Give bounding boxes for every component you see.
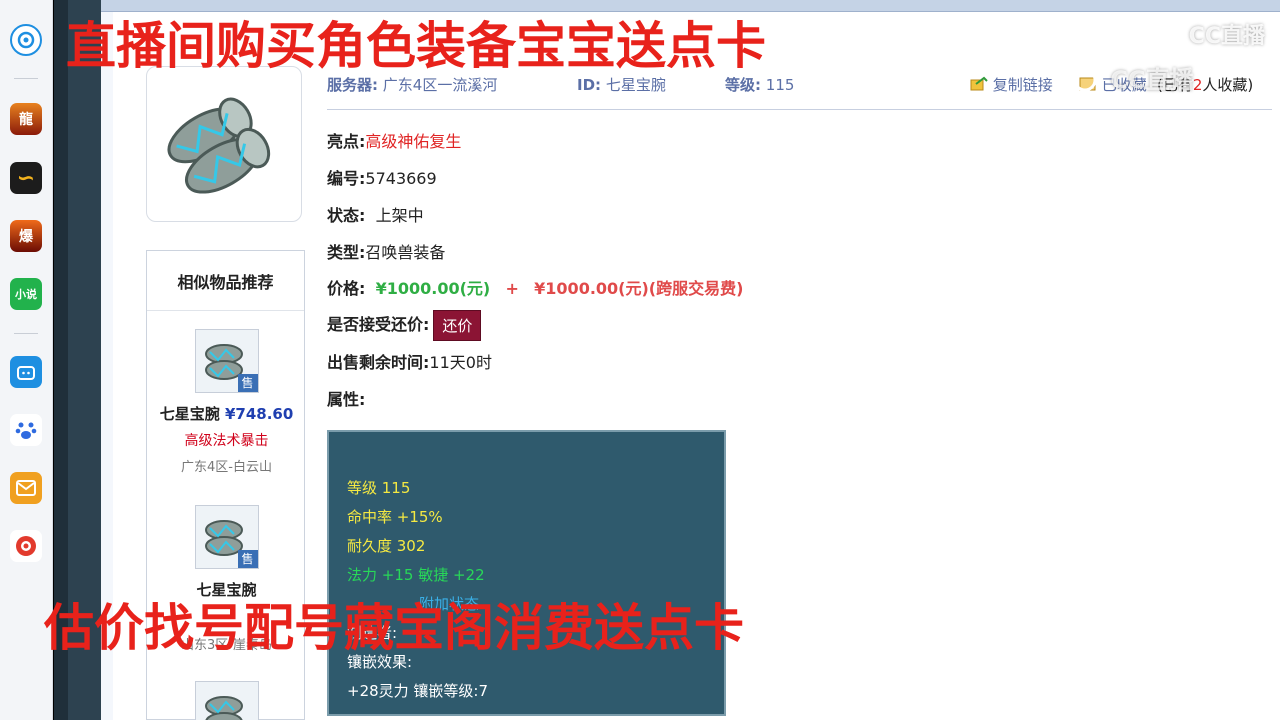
sidebar-divider [14,78,38,79]
number-value: 5743669 [365,169,437,188]
sidebar-divider [14,333,38,334]
bilibili-tv-icon[interactable] [10,356,42,388]
cross-server-fee: ¥1000.00(元)(跨服交易费) [534,279,744,298]
highlight-value: 高级神佑复生 [365,132,462,151]
remaining-time-value: 11天0时 [429,353,492,372]
similar-item-price: ¥748.60 [224,405,294,423]
mail-icon[interactable] [10,472,42,504]
browser-icon[interactable] [10,24,42,56]
sale-badge: 售 [237,550,258,568]
attr-level: 等级 115 [347,479,411,497]
game-snake-icon[interactable]: ∽ [10,162,42,194]
netease-icon[interactable] [10,530,42,562]
attr-durability: 耐久度 302 [347,537,426,555]
attributes-row: 属性: [327,390,366,409]
attribute-box: 等级 115 命中率 +15% 耐久度 302 法力 +15 敏捷 +22 附加… [327,430,726,716]
cc-logo-icon [1155,25,1177,47]
price-row: 价格: ¥1000.00(元) + ¥1000.00(元)(跨服交易费) [327,279,744,298]
similar-item-thumb[interactable] [194,681,259,720]
bracer-icon [167,97,271,194]
cc-live-watermark: CC直播 [1155,18,1265,50]
cc-logo-icon [1073,68,1097,92]
game-dragon-icon[interactable]: 龍 [10,103,42,135]
similar-item-highlight: 高级法术暴击 [184,433,269,449]
novel-icon[interactable]: 小说 [10,278,42,310]
attr-stats: 法力 +15 敏捷 +22 [347,566,485,584]
status-row: 状态: 上架中 [327,206,424,225]
cc-live-watermark-large: CC直播 [1072,60,1194,95]
game-burst-icon[interactable]: 爆 [10,220,42,252]
highlight-row: 亮点:高级神佑复生 [327,132,462,151]
counter-offer-row: 是否接受还价: 还价 [327,310,482,341]
type-value: 召唤兽装备 [365,243,446,262]
sale-badge: 售 [237,374,258,392]
stream-caption-bottom: 估价找号配号藏宝阁消费送点卡 [44,599,744,657]
similar-item[interactable]: 售 七星宝腕 ¥748.60 高级法术暴击 广东4区-白云山 [147,329,306,475]
attr-hit-rate: 命中率 +15% [347,508,443,526]
similar-item-thumb[interactable]: 售 [194,329,259,393]
status-value: 上架中 [375,206,424,225]
similar-item-name[interactable]: 七星宝腕 [160,405,220,423]
stream-caption-top: 直播间购买角色装备宝宝送点卡 [66,17,766,75]
baidu-paw-icon[interactable] [10,414,42,446]
price-value: ¥1000.00(元) [375,279,491,298]
type-row: 类型:召唤兽装备 [327,243,446,262]
similar-item-thumb[interactable]: 售 [194,505,259,569]
similar-item-server: 广东4区-白云山 [181,460,272,475]
similar-panel-title: 相似物品推荐 [147,251,304,311]
copy-link-button[interactable]: 复制链接 [970,74,1053,95]
attr-inlay-value: +28灵力 镶嵌等级:7 [347,682,489,700]
remaining-time-row: 出售剩余时间:11天0时 [327,353,492,372]
item-image [146,66,302,222]
copy-link-icon [970,76,988,91]
bracer-icon [204,696,243,720]
similar-item[interactable] [147,681,306,720]
counter-offer-button[interactable]: 还价 [433,310,482,341]
number-row: 编号:5743669 [327,169,437,188]
